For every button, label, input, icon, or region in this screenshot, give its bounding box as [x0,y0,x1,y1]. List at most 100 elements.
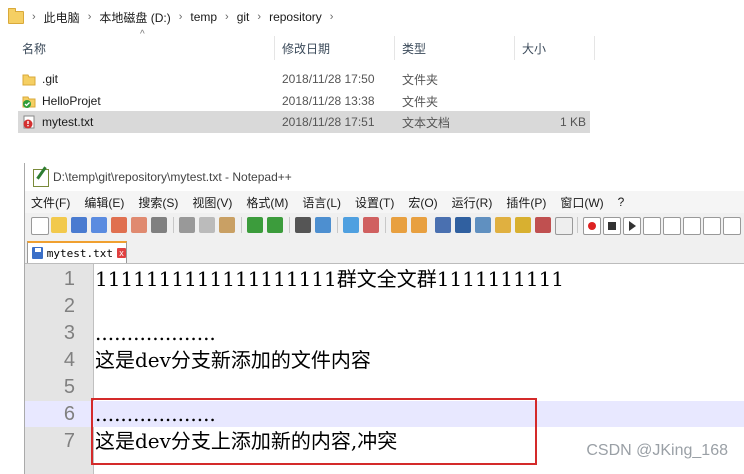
menu-settings[interactable]: 设置(T) [355,194,394,211]
file-name: mytest.txt [42,115,94,129]
paste-icon[interactable] [219,217,235,233]
synced-folder-icon [22,94,36,108]
column-header-row: 名称 修改日期 类型 大小 [20,36,596,60]
chevron-right-icon: › [257,11,262,23]
menu-macro[interactable]: 宏(O) [408,194,437,211]
zoom-out-icon[interactable] [363,217,379,233]
breadcrumb-this-pc[interactable]: 此电脑 [44,9,80,26]
menu-edit[interactable]: 编辑(E) [84,194,124,211]
breadcrumb-drive-d[interactable]: 本地磁盘 (D:) [99,9,170,26]
line-number: 3 [63,322,75,344]
file-size: 1 KB [559,115,586,129]
play-multiple-icon[interactable] [643,217,661,235]
copy-icon[interactable] [199,217,215,233]
save-icon[interactable] [71,217,87,233]
replace-icon[interactable] [315,217,331,233]
tab-mytest[interactable]: mytest.txt x [27,241,127,263]
menu-run[interactable]: 运行(R) [452,194,493,211]
highlight-box [91,398,537,465]
editor-line: 2 [25,293,744,319]
line-number: 2 [63,295,75,317]
breadcrumb-repository[interactable]: repository [269,10,322,24]
close-tab-icon[interactable]: x [117,248,126,258]
cut-icon[interactable] [179,217,195,233]
print-icon[interactable] [151,217,167,233]
column-name-header[interactable]: 名称 [22,40,46,57]
save-macro-icon[interactable] [663,217,681,235]
indent-guide-icon[interactable] [475,217,491,233]
menu-plugins[interactable]: 插件(P) [506,194,546,211]
breadcrumb-temp[interactable]: temp [190,10,217,24]
folder-workspace-icon[interactable] [535,217,551,233]
play-macro-icon[interactable] [623,217,641,235]
menu-view[interactable]: 视图(V) [192,194,232,211]
menu-search[interactable]: 搜索(S) [138,194,178,211]
stop-macro-icon[interactable] [603,217,621,235]
editor-line: 4 这是dev分支新添加的文件内容 [25,347,744,373]
save-all-icon[interactable] [91,217,107,233]
extra-tool-icon[interactable] [683,217,701,235]
address-bar[interactable]: › 此电脑 › 本地磁盘 (D:) › temp › git › reposit… [0,0,744,34]
file-type: 文本文档 [402,115,451,130]
file-type: 文件夹 [402,94,439,109]
menu-window[interactable]: 窗口(W) [560,194,603,211]
line-text: 这是dev分支新添加的文件内容 [95,348,371,372]
menu-help[interactable]: ? [618,195,625,209]
line-number: 1 [63,268,75,290]
file-date: 2018/11/28 13:38 [282,94,375,108]
toolbar [25,213,744,237]
file-row-helloprojet[interactable]: HelloProjet 2018/11/28 13:38 文件夹 [18,90,590,112]
editor-line: 5 [25,374,744,400]
line-number: 7 [63,430,75,452]
undo-icon[interactable] [247,217,263,233]
file-date: 2018/11/28 17:51 [282,115,375,129]
function-list-icon[interactable] [515,217,531,233]
editor-line: 1 1111111111111111111群文全文群1111111111 [25,266,744,292]
tab-label: mytest.txt [46,246,114,260]
chevron-right-icon: › [178,11,183,23]
new-file-icon[interactable] [31,217,49,235]
conflict-file-icon [22,115,36,129]
menu-file[interactable]: 文件(F) [31,194,70,211]
monitoring-icon[interactable] [555,217,573,235]
extra-tool-icon[interactable] [723,217,741,235]
zoom-in-icon[interactable] [343,217,359,233]
record-macro-icon[interactable] [583,217,601,235]
file-name: HelloProjet [42,94,101,108]
show-all-chars-icon[interactable] [455,217,471,233]
editor-line: 3 ................... [25,320,744,346]
column-type-header[interactable]: 类型 [402,40,426,57]
file-name: .git [42,72,59,86]
extra-tool-icon[interactable] [703,217,721,235]
word-wrap-icon[interactable] [435,217,451,233]
folder-icon [8,7,24,24]
menu-bar: 文件(F) 编辑(E) 搜索(S) 视图(V) 格式(M) 语言(L) 设置(T… [25,191,744,213]
close-all-icon[interactable] [131,217,147,233]
chevron-right-icon: › [329,11,334,23]
close-file-icon[interactable] [111,217,127,233]
line-number: 4 [63,349,75,371]
window-title: D:\temp\git\repository\mytest.txt - Note… [53,170,292,184]
file-row-mytest[interactable]: mytest.txt 2018/11/28 17:51 文本文档 1 KB [18,111,590,133]
sync-horizontal-icon[interactable] [411,217,427,233]
menu-language[interactable]: 语言(L) [302,194,341,211]
doc-map-icon[interactable] [495,217,511,233]
folder-icon [22,72,36,86]
notepad-title-bar[interactable]: D:\temp\git\repository\mytest.txt - Note… [25,163,744,191]
redo-icon[interactable] [267,217,283,233]
file-type: 文件夹 [402,72,439,87]
breadcrumb-git[interactable]: git [237,10,250,24]
file-row-git[interactable]: .git 2018/11/28 17:50 文件夹 [18,68,590,90]
open-file-icon[interactable] [51,217,67,233]
line-text: ................... [95,321,216,345]
watermark: CSDN @JKing_168 [586,442,728,459]
line-number: 5 [63,376,75,398]
chevron-right-icon: › [225,11,229,23]
column-date-header[interactable]: 修改日期 [282,40,330,57]
sync-vertical-icon[interactable] [391,217,407,233]
tab-strip: mytest.txt x [25,237,744,264]
column-size-header[interactable]: 大小 [522,40,546,57]
line-number: 6 [63,403,75,425]
find-icon[interactable] [295,217,311,233]
menu-format[interactable]: 格式(M) [246,194,288,211]
